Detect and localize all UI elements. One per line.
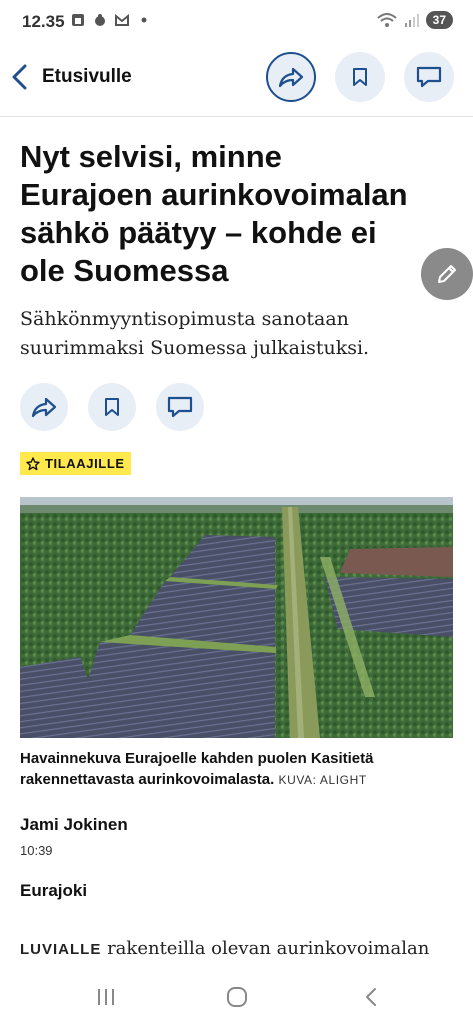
share-icon xyxy=(278,67,304,88)
status-time: 12.35 xyxy=(22,12,65,31)
article-photo[interactable] xyxy=(20,497,453,738)
status-bar: 12.35 37 xyxy=(0,0,473,44)
signal-icon xyxy=(404,14,419,27)
pencil-icon xyxy=(438,265,456,283)
chevron-left-icon xyxy=(12,64,27,90)
article-body: LUVIALLE rakenteilla olevan aurinkovoima… xyxy=(20,936,460,963)
notification-icons xyxy=(70,12,152,28)
toolbar-divider xyxy=(0,116,473,117)
battery-icon: 37 xyxy=(425,11,453,29)
publish-time: 10:39 xyxy=(20,843,53,858)
author-name[interactable]: Jami Jokinen xyxy=(20,815,128,835)
share-button-inline[interactable] xyxy=(20,383,68,431)
back-nav-icon[interactable] xyxy=(360,986,382,1008)
bookmark-icon xyxy=(353,68,367,86)
comment-icon xyxy=(167,396,193,418)
solar-farm-image xyxy=(20,497,453,738)
comment-icon xyxy=(416,66,442,88)
body-text: rakenteilla olevan aurinkovoimalan xyxy=(107,938,430,959)
back-button[interactable]: Etusivulle xyxy=(8,56,132,98)
wifi-icon xyxy=(376,13,397,27)
comment-button-inline[interactable] xyxy=(156,383,204,431)
calendar-icon xyxy=(72,14,84,26)
caption-credit: KUVA: ALIGHT xyxy=(278,773,367,787)
system-nav-bar xyxy=(0,972,473,1025)
article-toolbar: Etusivulle xyxy=(0,44,473,110)
dot-icon xyxy=(141,17,147,23)
recent-apps-icon[interactable] xyxy=(95,986,117,1008)
body-lead-word: LUVIALLE xyxy=(20,941,102,958)
back-label: Etusivulle xyxy=(42,66,132,87)
edit-fab-button[interactable] xyxy=(421,248,473,300)
badge-label: TILAAJILLE xyxy=(45,456,125,471)
photo-caption: Havainnekuva Eurajoelle kahden puolen Ka… xyxy=(20,748,450,791)
article-lead: Sähkönmyyntisopimusta sanotaan suurimmak… xyxy=(20,308,370,359)
article-actions xyxy=(20,383,204,431)
subscriber-badge: TILAAJILLE xyxy=(20,452,131,475)
home-icon[interactable] xyxy=(226,986,248,1008)
status-right: 37 xyxy=(376,11,453,29)
star-icon xyxy=(26,456,40,470)
bookmark-icon xyxy=(105,398,119,416)
comment-button[interactable] xyxy=(404,52,454,102)
share-button[interactable] xyxy=(266,52,316,102)
share-icon xyxy=(31,397,57,418)
article-headline: Nyt selvisi, minne Eurajoen aurinkovoima… xyxy=(20,139,408,288)
bookmark-button[interactable] xyxy=(335,52,385,102)
location-tag[interactable]: Eurajoki xyxy=(20,881,87,901)
app-icon xyxy=(95,14,105,26)
bookmark-button-inline[interactable] xyxy=(88,383,136,431)
gmail-icon xyxy=(115,13,129,26)
